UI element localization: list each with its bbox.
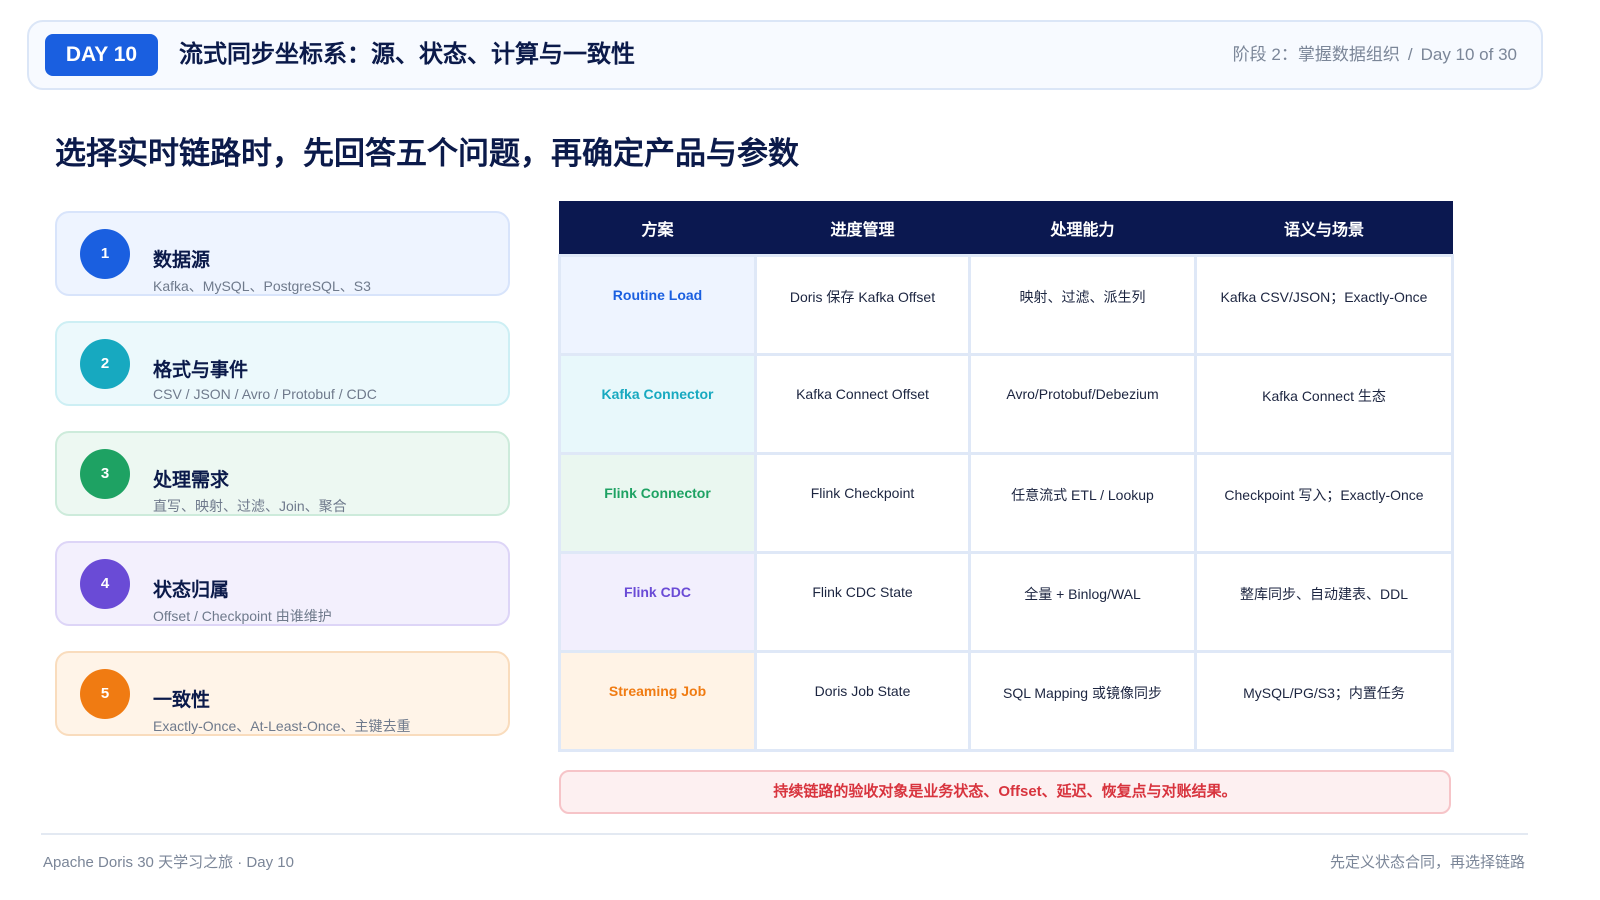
step-number-badge: 2 — [80, 339, 130, 389]
column-header: 处理能力 — [969, 201, 1196, 256]
table-row: Flink Connector Flink Checkpoint 任意流式 ETL … — [558, 452, 1454, 554]
question-description: Offset / Checkpoint 由谁维护 — [153, 608, 332, 624]
table-row: Routine Load Doris 保存 Kafka Offset 映射、过滤、派… — [558, 254, 1454, 356]
table-cell: MySQL/PG/S3；内置任务 — [1194, 650, 1454, 752]
table-cell: 任意流式 ETL / Lookup — [968, 452, 1197, 554]
footer-right: 先定义状态合同，再选择链路 — [1329, 854, 1525, 871]
table-cell: 全量 + Binlog/WAL — [968, 551, 1197, 653]
table-cell: 映射、过滤、派生列 — [968, 254, 1197, 356]
column-header: 方案 — [559, 201, 756, 256]
question-card: 2 格式与事件 CSV / JSON / Avro / Protobuf / CDC — [55, 321, 510, 406]
step-number-badge: 5 — [80, 669, 130, 719]
question-title: 处理需求 — [153, 470, 230, 491]
table-cell: Kafka Connect Offset — [754, 353, 971, 455]
table-cell: Flink Checkpoint — [754, 452, 971, 554]
solution-name-cell: Routine Load — [558, 254, 757, 356]
header-bar: DAY 10 流式同步坐标系：源、状态、计算与一致性 阶段 2：掌握数据组织 / D… — [27, 20, 1543, 90]
question-description: CSV / JSON / Avro / Protobuf / CDC — [153, 386, 377, 402]
page-header-title: 流式同步坐标系：源、状态、计算与一致性 — [179, 41, 635, 68]
question-title: 数据源 — [153, 250, 211, 271]
table-cell: Kafka CSV/JSON；Exactly-Once — [1194, 254, 1454, 356]
table-row: Flink CDC Flink CDC State 全量 + Binlog/WAL 整… — [558, 551, 1454, 653]
table-cell: Doris Job State — [754, 650, 971, 752]
day-progress: Day 10 of 30 — [1420, 45, 1517, 64]
step-number-badge: 3 — [80, 449, 130, 499]
question-title: 一致性 — [153, 690, 211, 711]
day-badge: DAY 10 — [45, 34, 158, 76]
solution-name-cell: Flink Connector — [558, 452, 757, 554]
footer-divider — [41, 833, 1528, 835]
question-description: Exactly-Once、At-Least-Once、主键去重 — [153, 718, 411, 734]
table-row: Kafka Connector Kafka Connect Offset Avro/… — [558, 353, 1454, 455]
column-header: 语义与场景 — [1195, 201, 1453, 256]
solution-name-cell: Streaming Job — [558, 650, 757, 752]
question-description: Kafka、MySQL、PostgreSQL、S3 — [153, 278, 371, 294]
footer-left: Apache Doris 30 天学习之旅 · Day 10 — [43, 854, 294, 871]
step-number-badge: 4 — [80, 559, 130, 609]
table-cell: Checkpoint 写入；Exactly-Once — [1194, 452, 1454, 554]
header-progress: 阶段 2：掌握数据组织 / Day 10 of 30 — [1233, 34, 1517, 76]
table-header-row: 方案 进度管理 处理能力 语义与场景 — [559, 201, 1453, 256]
table-cell: SQL Mapping 或镜像同步 — [968, 650, 1197, 752]
column-header: 进度管理 — [755, 201, 970, 256]
question-list: 1 数据源 Kafka、MySQL、PostgreSQL、S3 2 格式与事件 CSV /… — [55, 211, 510, 761]
table-cell: Doris 保存 Kafka Offset — [754, 254, 971, 356]
table-row: Streaming Job Doris Job State SQL Mapping … — [558, 650, 1454, 752]
page-title: 选择实时链路时，先回答五个问题，再确定产品与参数 — [55, 136, 799, 171]
question-description: 直写、映射、过滤、Join、聚合 — [153, 498, 347, 514]
question-card: 3 处理需求直写、映射、过滤、Join、聚合 — [55, 431, 510, 516]
comparison-table: 方案 进度管理 处理能力 语义与场景 Routine Load Doris 保存 Kaf… — [558, 201, 1454, 752]
progress-separator: / — [1407, 45, 1413, 64]
table-cell: Kafka Connect 生态 — [1194, 353, 1454, 455]
question-card: 1 数据源 Kafka、MySQL、PostgreSQL、S3 — [55, 211, 510, 296]
solution-name-cell: Kafka Connector — [558, 353, 757, 455]
table-body: Routine Load Doris 保存 Kafka Offset 映射、过滤、派… — [558, 254, 1454, 752]
question-card: 5 一致性 Exactly-Once、At-Least-Once、主键去重 — [55, 651, 510, 736]
question-title: 格式与事件 — [153, 360, 249, 381]
phase-label: 阶段 2：掌握数据组织 — [1232, 45, 1400, 64]
table-cell: 整库同步、自动建表、DDL — [1194, 551, 1454, 653]
solution-name-cell: Flink CDC — [558, 551, 757, 653]
acceptance-note: 持续链路的验收对象是业务状态、Offset、延迟、恢复点与对账结果。 — [559, 770, 1451, 814]
question-title: 状态归属 — [153, 580, 230, 601]
question-card: 4 状态归属 Offset / Checkpoint 由谁维护 — [55, 541, 510, 626]
table-cell: Avro/Protobuf/Debezium — [968, 353, 1197, 455]
table-cell: Flink CDC State — [754, 551, 971, 653]
step-number-badge: 1 — [80, 229, 130, 279]
